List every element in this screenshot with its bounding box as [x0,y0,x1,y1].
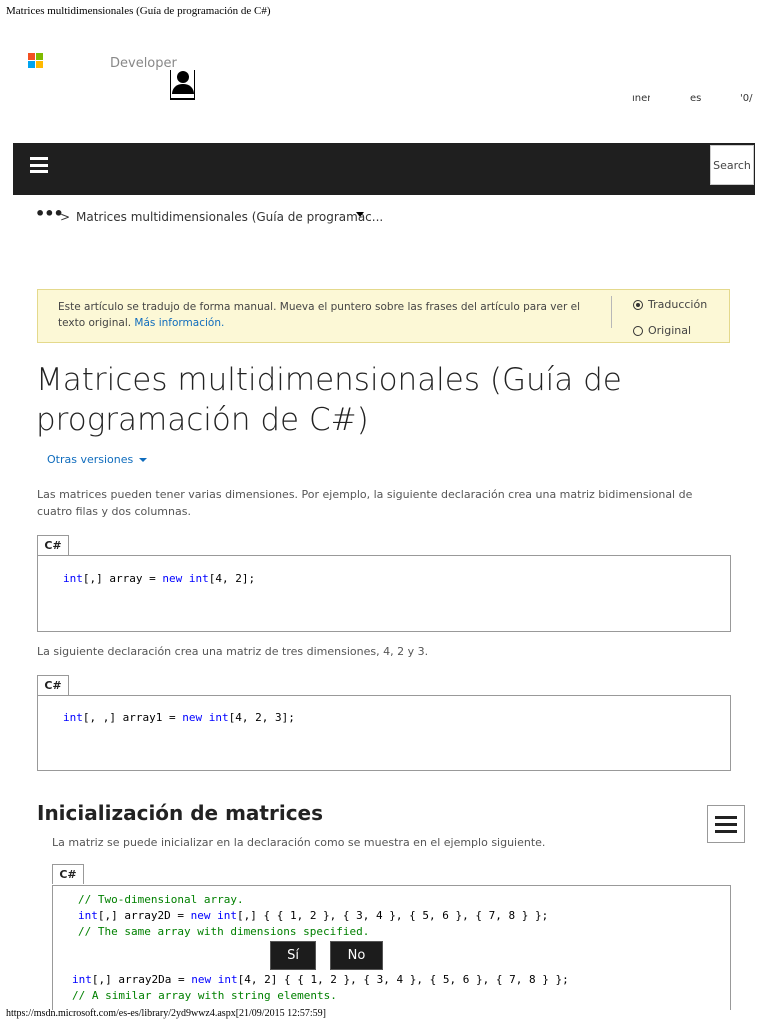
radio-selected-icon [633,299,643,310]
microsoft-logo[interactable] [28,53,43,68]
feedback-yes-button[interactable]: Sí [270,941,316,970]
code-comment: // The same array with dimensions specif… [78,925,370,938]
code-tab-csharp[interactable]: C# [37,535,69,555]
hamburger-menu-icon[interactable] [30,156,48,173]
search-button[interactable]: Search [710,145,754,185]
developer-label[interactable]: Developer [110,56,177,71]
util-link-2[interactable]: es [690,93,702,104]
breadcrumb-current: Matrices multidimensionales (Guía de pro… [76,210,384,224]
translation-notice: Este artículo se tradujo de forma manual… [37,289,730,343]
page-title: Matrices multidimensionales (Guía de pro… [36,362,622,438]
section-paragraph: La matriz se puede inicializar en la dec… [52,836,546,849]
breadcrumb-separator: > [60,210,71,224]
radio-original[interactable]: Original [633,324,691,337]
code-line: int[, ,] array1 = new int[4, 2, 3]; [63,711,295,724]
section-heading: Inicialización de matrices [37,801,324,825]
translation-notice-text: Este artículo se tradujo de forma manual… [58,299,598,331]
translation-divider [611,296,612,328]
radio-original-label: Original [648,324,692,337]
code-comment: // A similar array with string elements. [72,989,337,1002]
other-versions-dropdown[interactable]: Otras versiones [47,453,148,466]
breadcrumb-dropdown-icon[interactable] [356,212,364,217]
util-link-3[interactable]: '0/ [740,93,756,104]
chevron-down-icon [139,458,148,462]
code-block: // Two-dimensional array. int[,] array2D… [52,885,731,1010]
table-of-contents-icon[interactable] [707,805,745,843]
more-info-link[interactable]: Más información. [134,317,224,329]
radio-unselected-icon [633,325,643,336]
user-body-shape [172,84,194,94]
intro-paragraph: Las matrices pueden tener varias dimensi… [37,488,693,518]
feedback-no-button[interactable]: No [330,941,383,970]
code-comment: // Two-dimensional array. [78,893,244,906]
logo-blue-square [28,61,35,68]
user-icon[interactable] [170,70,195,100]
radio-translation-label: Traducción [648,298,708,311]
logo-red-square [28,53,35,60]
breadcrumb-more-icon[interactable]: ••• [35,204,64,223]
print-header: Matrices multidimensionales (Guía de pro… [6,5,271,17]
code-tab-csharp[interactable]: C# [37,675,69,695]
code-line: int[,] array2D = new int[,] { { 1, 2 }, … [78,909,549,922]
code-block: int[,] array = new int[4, 2]; [37,555,731,632]
code-block: int[, ,] array1 = new int[4, 2, 3]; [37,695,731,771]
user-head-shape [177,71,189,83]
other-versions-label: Otras versiones [47,453,134,466]
code-tab-csharp[interactable]: C# [52,864,84,884]
code-line: int[,] array = new int[4, 2]; [63,572,256,585]
top-navbar: Search [13,143,755,195]
print-footer: https://msdn.microsoft.com/es-es/library… [6,1008,326,1019]
radio-translation[interactable]: Traducción [633,298,707,311]
logo-yellow-square [36,61,43,68]
logo-green-square [36,53,43,60]
code-line: int[,] array2Da = new int[4, 2] { { 1, 2… [72,973,569,986]
util-link-1[interactable]: ıner [632,93,650,104]
paragraph-three-dimensions: La siguiente declaración crea una matriz… [37,645,429,658]
